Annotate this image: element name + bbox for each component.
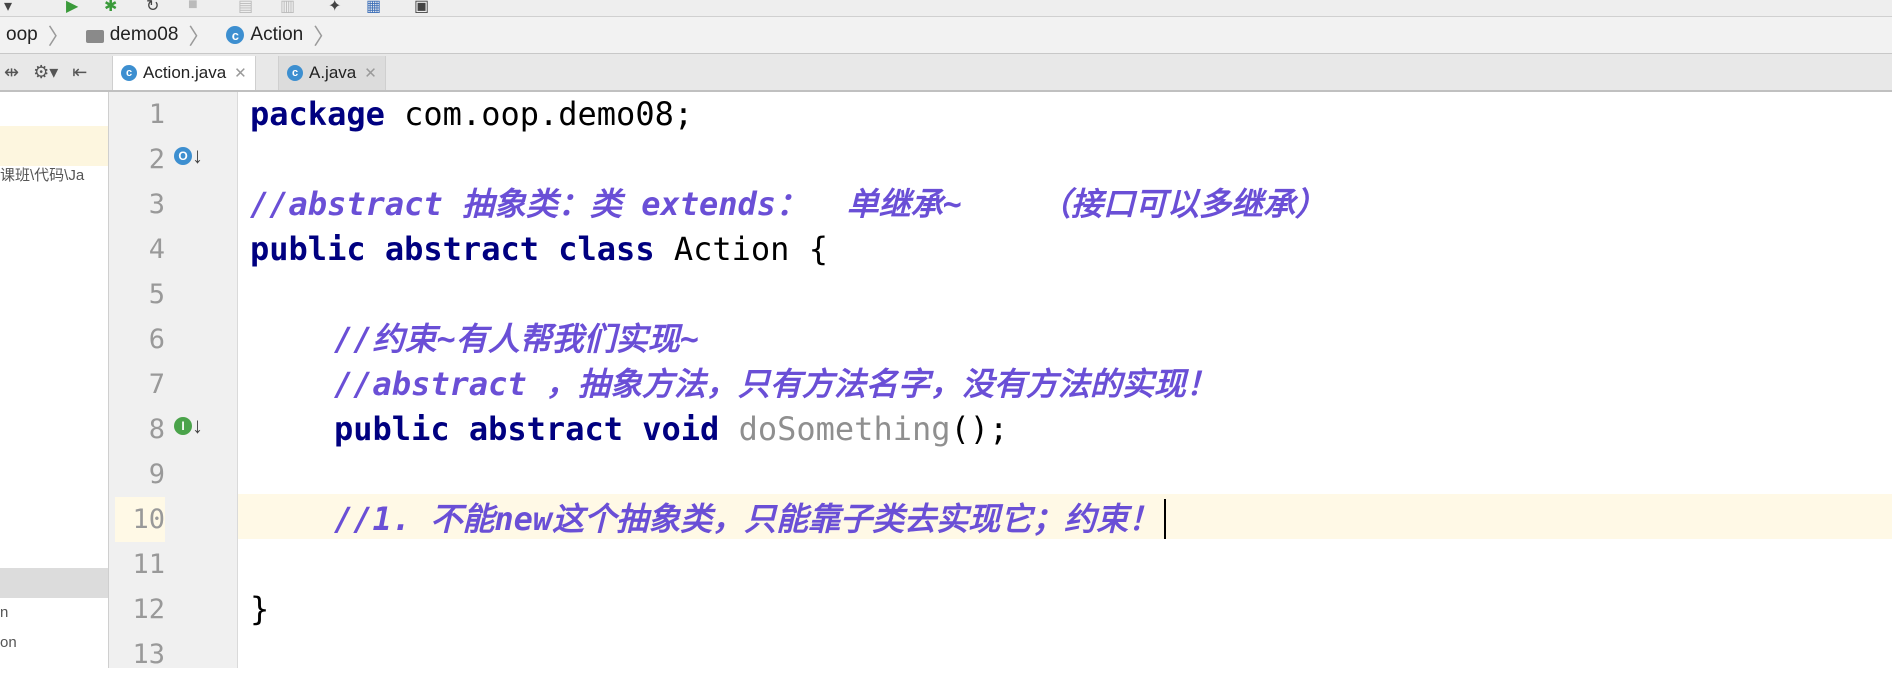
implemented-gutter-mark[interactable]: I ↓ bbox=[174, 411, 210, 441]
tab-action-java[interactable]: c Action.java ✕ bbox=[112, 56, 256, 90]
tree-path-fragment[interactable]: 课班\代码\Ja bbox=[0, 164, 108, 185]
code-line-3: //abstract 抽象类：类 extends： 单继承~ （接口可以多继承） bbox=[250, 184, 1327, 224]
close-icon[interactable]: ✕ bbox=[234, 64, 247, 82]
comment: //abstract ，抽象方法，只有方法名字，没有方法的实现！ bbox=[334, 365, 1218, 403]
comment: //abstract 抽象类：类 extends： 单继承~ （接口可以多继承） bbox=[250, 185, 1327, 223]
breadcrumb-item-action[interactable]: c Action 〉 bbox=[220, 17, 345, 53]
code-line-4: public abstract class Action { bbox=[250, 229, 828, 269]
line-number: 4 bbox=[148, 234, 165, 265]
comment: //约束~有人帮我们实现~ bbox=[334, 320, 700, 358]
code-editor[interactable]: package com.oop.demo08; //abstract 抽象类：类… bbox=[238, 92, 1892, 668]
line-number: 12 bbox=[132, 594, 165, 625]
tree-row-highlight[interactable] bbox=[0, 568, 108, 598]
line-number: 3 bbox=[148, 189, 165, 220]
class-icon: c bbox=[287, 65, 303, 81]
tab-label: Action.java bbox=[143, 63, 227, 82]
tree-item[interactable]: n bbox=[0, 604, 108, 621]
line-number: 8 bbox=[148, 414, 165, 445]
collapse-icon[interactable]: ⇹ bbox=[4, 62, 19, 83]
breadcrumb-label: oop bbox=[6, 24, 38, 45]
line-number: 7 bbox=[148, 369, 165, 400]
code-line-7: //abstract ，抽象方法，只有方法名字，没有方法的实现！ bbox=[334, 364, 1218, 404]
line-number: 11 bbox=[132, 549, 165, 580]
project-panel-tools: ⇹ ⚙▾ ⇤ bbox=[0, 54, 112, 90]
tree-item[interactable]: on bbox=[0, 634, 108, 651]
debug-icon[interactable]: ✱ bbox=[104, 0, 117, 16]
breadcrumb-label: Action bbox=[250, 24, 304, 45]
code-line-1: package com.oop.demo08; bbox=[250, 94, 693, 134]
line-number: 9 bbox=[148, 459, 165, 490]
rebuild-icon[interactable]: ▥ bbox=[280, 0, 295, 16]
keyword: public abstract class bbox=[250, 230, 655, 268]
stop-icon[interactable]: ■ bbox=[188, 0, 198, 14]
tab-label: A.java bbox=[309, 63, 357, 82]
code-line-12: } bbox=[250, 589, 269, 629]
line-number: 6 bbox=[148, 324, 165, 355]
build-icon[interactable]: ▤ bbox=[238, 0, 253, 16]
line-number: 1 bbox=[148, 99, 165, 130]
line-number: 10 bbox=[115, 497, 165, 542]
breadcrumb-item-demo08[interactable]: demo08 〉 bbox=[80, 17, 221, 53]
gear-icon[interactable]: ⚙▾ bbox=[33, 62, 58, 83]
implement-circle-icon: I bbox=[174, 417, 192, 435]
comment: //1. 不能new这个抽象类，只能靠子类去实现它；约束！ bbox=[334, 500, 1161, 538]
line-number: 2 bbox=[148, 144, 165, 175]
code-text: Action { bbox=[654, 230, 828, 268]
editor-tab-bar: ⇹ ⚙▾ ⇤ c Action.java ✕ c A.java ✕ bbox=[0, 54, 1892, 92]
hide-panel-icon[interactable]: ⇤ bbox=[72, 62, 87, 83]
folder-icon bbox=[85, 29, 104, 43]
keyword: public abstract void bbox=[334, 410, 720, 448]
keyword: package bbox=[250, 95, 385, 133]
code-line-8: public abstract void doSomething(); bbox=[334, 409, 1008, 449]
project-tree-panel: 课班\代码\Ja n on bbox=[0, 92, 109, 668]
project-structure-icon[interactable]: ▦ bbox=[366, 0, 381, 16]
override-circle-icon: O bbox=[174, 147, 192, 165]
code-text: com.oop.demo08; bbox=[384, 95, 694, 133]
text-caret bbox=[1164, 499, 1167, 539]
breadcrumb-label: demo08 bbox=[109, 24, 179, 45]
pin-icon[interactable]: ✦ bbox=[328, 0, 341, 16]
line-number: 5 bbox=[148, 279, 165, 310]
editor-gutter[interactable]: 1 2 3 4 5 6 7 8 9 10 11 12 13 bbox=[109, 92, 238, 670]
breadcrumb-separator-icon: 〉 bbox=[47, 24, 70, 49]
main-toolbar: ▾ ▶ ✱ ↻ ■ ▤ ▥ ✦ ▦ ▣ bbox=[0, 0, 1892, 17]
code-line-10: //1. 不能new这个抽象类，只能靠子类去实现它；约束！ bbox=[334, 499, 1167, 539]
arrow-down-icon: ↓ bbox=[192, 413, 203, 438]
tab-a-java[interactable]: c A.java ✕ bbox=[278, 56, 386, 90]
method-name: doSomething bbox=[738, 410, 951, 448]
implemented-gutter-mark[interactable]: O ↓ bbox=[174, 141, 210, 171]
breadcrumb-separator-icon: 〉 bbox=[188, 24, 211, 49]
selected-tree-row[interactable] bbox=[0, 126, 108, 166]
code-line-6: //约束~有人帮我们实现~ bbox=[334, 319, 699, 359]
close-icon[interactable]: ✕ bbox=[364, 64, 377, 82]
code-text: } bbox=[250, 590, 270, 628]
run-icon[interactable]: ▶ bbox=[66, 0, 78, 16]
arrow-down-icon: ↓ bbox=[192, 143, 203, 168]
coverage-icon[interactable]: ↻ bbox=[146, 0, 159, 16]
breadcrumb-item-oop[interactable]: oop 〉 bbox=[0, 17, 80, 53]
save-icon[interactable]: ▣ bbox=[414, 0, 429, 16]
class-icon: c bbox=[121, 65, 137, 81]
code-text: (); bbox=[950, 410, 1009, 448]
dropdown-icon[interactable]: ▾ bbox=[4, 0, 12, 16]
breadcrumb: oop 〉 demo08 〉 c Action 〉 bbox=[0, 17, 1892, 54]
class-icon: c bbox=[226, 26, 245, 44]
breadcrumb-separator-icon: 〉 bbox=[313, 24, 336, 49]
line-number: 13 bbox=[132, 639, 165, 670]
